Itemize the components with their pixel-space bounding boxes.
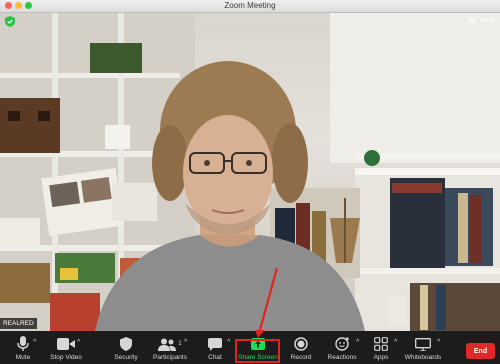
shelf-board (355, 168, 500, 175)
books (392, 183, 442, 193)
view-button[interactable]: View (467, 15, 494, 26)
chat-options-caret[interactable]: ^ (227, 339, 230, 346)
reactions-icon (334, 337, 349, 351)
apps-options-caret[interactable]: ^ (394, 339, 397, 346)
apps-label: Apps (373, 354, 389, 361)
whiteboards-button[interactable]: Whiteboards (403, 331, 443, 364)
shelf-items (388, 295, 406, 325)
shelf-items (60, 268, 78, 280)
photo (49, 181, 81, 208)
photo (80, 177, 112, 203)
books (470, 195, 482, 263)
record-icon (294, 337, 308, 351)
photo (0, 218, 40, 246)
share-screen-highlight-box (235, 339, 280, 363)
books (420, 285, 428, 330)
toy-block (90, 43, 142, 73)
photo (112, 183, 157, 221)
books (445, 188, 493, 266)
books (458, 193, 468, 263)
shield-check-icon[interactable] (5, 16, 15, 27)
chat-bubble-icon (208, 337, 222, 351)
title-bar: Zoom Meeting (0, 0, 500, 13)
mute-options-caret[interactable]: ^ (33, 339, 36, 346)
person-hair (272, 123, 308, 203)
security-button[interactable]: Security (108, 331, 144, 364)
video-scene (0, 13, 500, 331)
toy-block-detail (38, 111, 50, 121)
stop-video-label: Stop Video (50, 354, 82, 361)
video-camera-icon (57, 338, 75, 350)
whiteboard-icon (415, 337, 431, 351)
video-options-caret[interactable]: ^ (77, 339, 80, 346)
shelf-board (355, 268, 500, 274)
small-camera-toy (105, 125, 130, 149)
reactions-button[interactable]: Reactions (324, 331, 360, 364)
person-hair (152, 125, 188, 201)
shelf-items (364, 150, 380, 166)
chat-button[interactable]: Chat (200, 331, 230, 364)
record-label: Record (290, 354, 312, 361)
person-eye (246, 160, 252, 166)
toy-block-detail (8, 111, 20, 121)
whiteboards-options-caret[interactable]: ^ (437, 339, 440, 346)
stop-video-button[interactable]: Stop Video (46, 331, 86, 364)
whiteboards-label: Whiteboards (404, 354, 442, 361)
shelf-items (0, 263, 50, 303)
shelf-items (50, 293, 100, 331)
microphone-icon (17, 336, 29, 351)
participants-label: Participants (153, 354, 187, 361)
books (436, 285, 446, 330)
mute-label: Mute (15, 354, 31, 361)
participants-options-caret[interactable]: ^ (184, 339, 187, 346)
end-meeting-button[interactable]: End (466, 343, 495, 359)
person-eye (204, 160, 210, 166)
security-label: Security (114, 354, 138, 361)
reactions-options-caret[interactable]: ^ (356, 339, 359, 346)
chat-label: Chat (208, 354, 222, 361)
wall (330, 13, 500, 163)
apps-icon (374, 337, 388, 351)
apps-button[interactable]: Apps (366, 331, 396, 364)
shelf-board (0, 73, 180, 78)
participants-count: 1 (178, 341, 182, 347)
mute-button[interactable]: Mute (8, 331, 38, 364)
video-feed (0, 13, 500, 331)
meeting-top-bar: View (0, 13, 500, 29)
participants-icon (158, 338, 177, 351)
shield-icon (120, 337, 132, 351)
view-label: View (478, 17, 494, 24)
participants-button[interactable]: 1 Participants (150, 331, 190, 364)
shelf-divider (52, 13, 58, 331)
toy-block (0, 98, 60, 153)
window-title: Zoom Meeting (224, 1, 276, 10)
record-button[interactable]: Record (286, 331, 316, 364)
view-grid-icon (467, 17, 476, 24)
participant-name-tag: REALRED (0, 318, 37, 329)
reactions-label: Reactions (327, 354, 357, 361)
